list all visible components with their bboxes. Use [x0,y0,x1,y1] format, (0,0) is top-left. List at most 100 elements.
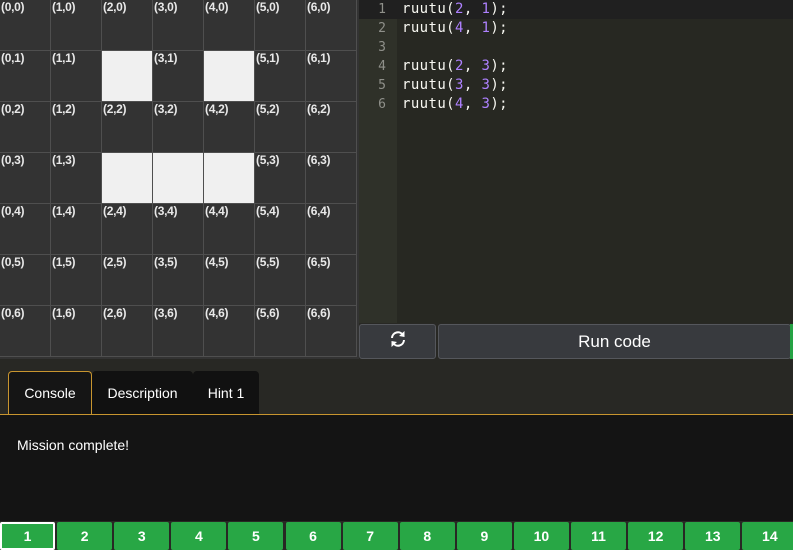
grid-cell: (5,4) [255,204,306,255]
cell-coordinate-label: (2,2) [103,102,127,116]
level-button-4[interactable]: 4 [171,522,227,550]
grid-cell: (3,0) [153,0,204,51]
cell-coordinate-label: (3,5) [154,255,178,269]
cell-coordinate-label: (0,4) [1,204,25,218]
level-button-9[interactable]: 9 [456,522,512,550]
grid-cell-filled: (4,3) [204,153,255,204]
line-number: 2 [378,21,386,36]
level-button-13[interactable]: 13 [685,522,741,550]
cell-coordinate-label: (1,5) [52,255,76,269]
grid-cell: (3,6) [153,306,204,357]
level-button-6[interactable]: 6 [285,522,341,550]
cell-coordinate-label: (2,4) [103,204,127,218]
grid-cell: (5,3) [255,153,306,204]
code-text: ruutu(3, 3); [402,77,509,93]
grid-cell: (3,1) [153,51,204,102]
code-editor[interactable]: 1 ruutu(2, 1); 2 ruutu(4, 1); 3 4 ruutu(2, 3);… [359,0,793,323]
level-button-5[interactable]: 5 [228,522,284,550]
cell-coordinate-label: (5,5) [256,255,280,269]
cell-coordinate-label: (0,5) [1,255,25,269]
level-button-10[interactable]: 10 [513,522,569,550]
level-bar: 1 2 3 4 5 6 7 8 9 10 11 12 13 14 [0,521,793,550]
run-code-button[interactable]: Run code [438,324,791,359]
cell-coordinate-label: (6,6) [307,306,331,320]
code-line[interactable]: 2 ruutu(4, 1); [359,19,793,38]
grid-cell: (1,3) [51,153,102,204]
level-button-8[interactable]: 8 [399,522,455,550]
grid-cell: (5,1) [255,51,306,102]
code-text: ruutu(2, 1); [402,1,509,17]
cell-coordinate-label: (6,2) [307,102,331,116]
grid-cell: (2,4) [102,204,153,255]
code-text: ruutu(4, 1); [402,20,509,36]
grid-cell: (6,5) [306,255,357,306]
code-line[interactable]: 6 ruutu(4, 3); [359,95,793,114]
grid-cell: (4,2) [204,102,255,153]
refresh-icon [388,329,408,354]
cell-coordinate-label: (6,5) [307,255,331,269]
grid-cell: (0,1) [0,51,51,102]
tab-console[interactable]: Console [8,371,92,414]
level-button-12[interactable]: 12 [628,522,684,550]
grid-cell: (3,4) [153,204,204,255]
grid-cell: (0,2) [0,102,51,153]
grid-cell: (5,0) [255,0,306,51]
grid-cell: (2,5) [102,255,153,306]
grid-cell: (3,5) [153,255,204,306]
cell-coordinate-label: (0,3) [1,153,25,167]
code-line[interactable]: 3 [359,38,793,57]
level-button-7[interactable]: 7 [342,522,398,550]
grid-cell-filled: (2,3) [102,153,153,204]
level-button-2[interactable]: 2 [57,522,113,550]
grid-cell: (1,5) [51,255,102,306]
cell-coordinate-label: (0,1) [1,51,25,65]
level-button-14[interactable]: 14 [742,522,793,550]
cell-coordinate-label: (3,6) [154,306,178,320]
cell-coordinate-label: (3,2) [154,102,178,116]
grid-cell: (4,4) [204,204,255,255]
grid-cell: (1,0) [51,0,102,51]
cell-coordinate-label: (5,2) [256,102,280,116]
tab-bar: Console Description Hint 1 [0,359,793,415]
grid-cell: (2,2) [102,102,153,153]
cell-coordinate-label: (3,4) [154,204,178,218]
code-text: ruutu(4, 3); [402,96,509,112]
cell-coordinate-label: (1,6) [52,306,76,320]
level-button-11[interactable]: 11 [571,522,627,550]
cell-coordinate-label: (6,4) [307,204,331,218]
code-line[interactable]: 1 ruutu(2, 1); [359,0,793,19]
line-number: 6 [378,97,386,112]
tab-hint-1[interactable]: Hint 1 [193,371,259,414]
cell-coordinate-label: (5,4) [256,204,280,218]
grid-cell: (2,0) [102,0,153,51]
grid-cell: (5,6) [255,306,306,357]
cell-coordinate-label: (1,1) [52,51,76,65]
grid-cell: (5,5) [255,255,306,306]
console-output: Mission complete! [17,437,130,453]
grid-cell: (4,0) [204,0,255,51]
cell-coordinate-label: (1,2) [52,102,76,116]
grid-cell: (1,6) [51,306,102,357]
line-number: 4 [378,59,386,74]
code-line[interactable]: 5 ruutu(3, 3); [359,76,793,95]
code-line[interactable]: 4 ruutu(2, 3); [359,57,793,76]
grid-cell: (0,6) [0,306,51,357]
cell-coordinate-label: (0,6) [1,306,25,320]
grid-cell-filled: (4,1) [204,51,255,102]
line-number: 5 [378,78,386,93]
tab-description[interactable]: Description [92,371,193,414]
cell-coordinate-label: (2,5) [103,255,127,269]
level-button-3[interactable]: 3 [114,522,170,550]
grid-cell: (5,2) [255,102,306,153]
reset-button[interactable] [359,324,436,359]
cell-coordinate-label: (4,2) [205,102,229,116]
cell-coordinate-label: (5,1) [256,51,280,65]
cell-coordinate-label: (6,1) [307,51,331,65]
cell-coordinate-label: (1,3) [52,153,76,167]
level-button-1[interactable]: 1 [0,522,56,550]
cell-coordinate-label: (4,5) [205,255,229,269]
line-number: 3 [378,40,386,55]
grid-cell: (3,2) [153,102,204,153]
console-panel: Mission complete! [0,415,793,521]
grid-cell-filled: (3,3) [153,153,204,204]
